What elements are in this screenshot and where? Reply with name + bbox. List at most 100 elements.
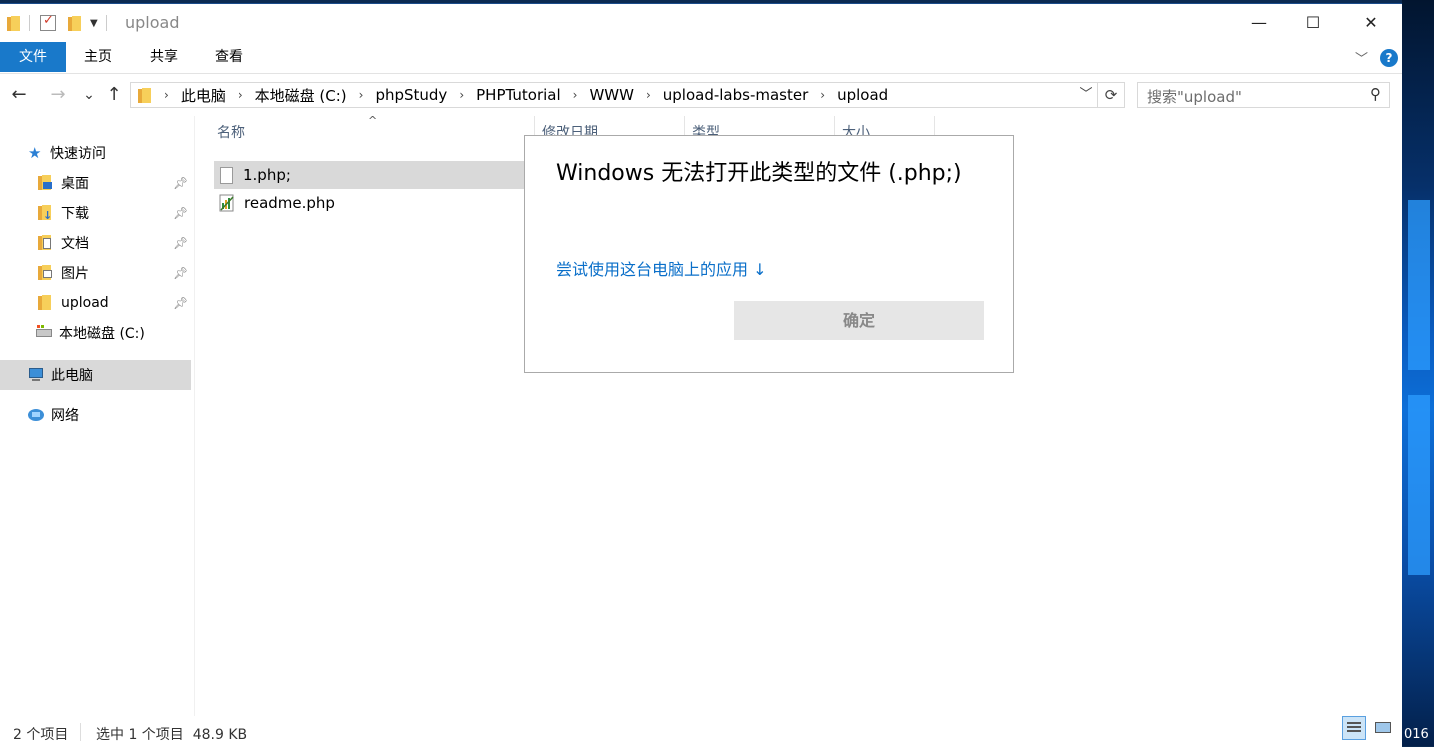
sidebar-item-documents[interactable]: 文档 📌︎ [0, 228, 191, 258]
file-row[interactable]: 1.php; [214, 161, 524, 189]
breadcrumb-item[interactable]: upload-labs-master [663, 86, 809, 104]
selection-info: 选中 1 个项目 48.9 KB [96, 727, 248, 743]
desktop-light-streak [1408, 395, 1430, 575]
blank-file-icon [220, 166, 233, 184]
up-button[interactable]: ↑ [103, 84, 125, 106]
pin-icon[interactable]: 📌︎ [173, 266, 188, 280]
sidebar-item-label: upload [61, 295, 109, 311]
address-bar[interactable]: › 此电脑 › 本地磁盘 (C:) › phpStudy › PHPTutori… [130, 82, 1125, 108]
tab-file[interactable]: 文件 [0, 42, 66, 72]
title-bar[interactable]: ✓ ▼ upload — ☐ ✕ [0, 4, 1402, 42]
cannot-open-file-dialog: Windows 无法打开此类型的文件 (.php;) 尝试使用这台电脑上的应用 … [524, 135, 1014, 373]
drive-icon [36, 325, 52, 341]
file-explorer-window: ✓ ▼ upload — ☐ ✕ 文件 主页 共享 查看 ﹀ ? ← → ⌄ ↑… [0, 3, 1402, 747]
refresh-button[interactable]: ⟳ [1097, 83, 1124, 107]
sidebar-item-desktop[interactable]: 桌面 📌︎ [0, 168, 191, 198]
sidebar-item-label: 下载 [61, 206, 89, 222]
address-dropdown-button[interactable]: ﹀ [1075, 83, 1097, 107]
sort-ascending-icon: ^ [368, 114, 378, 127]
folder-icon [7, 15, 21, 31]
sidebar-item-downloads[interactable]: ↓ 下载 📌︎ [0, 198, 191, 228]
minimize-button[interactable]: — [1236, 10, 1282, 36]
documents-folder-icon [38, 235, 54, 251]
back-button[interactable]: ← [8, 84, 30, 106]
pin-icon[interactable]: 📌︎ [173, 236, 188, 250]
divider [105, 15, 107, 31]
sidebar-item-label: 网络 [51, 408, 79, 424]
ribbon-expand-button[interactable]: ﹀ [1355, 48, 1368, 67]
breadcrumb-item[interactable]: phpStudy [375, 86, 447, 104]
sidebar-item-label: 桌面 [61, 176, 89, 192]
sidebar-item-upload[interactable]: upload 📌︎ [0, 288, 191, 318]
folder-icon [138, 87, 152, 103]
file-row[interactable]: readme.php [214, 189, 524, 217]
sidebar-item-label: 此电脑 [51, 368, 93, 384]
help-button[interactable]: ? [1380, 49, 1398, 67]
sidebar-item-local-disk[interactable]: 本地磁盘 (C:) [0, 318, 191, 348]
large-icons-view-icon [1375, 722, 1391, 733]
details-view-icon [1347, 722, 1361, 724]
download-folder-icon: ↓ [38, 205, 54, 222]
search-placeholder: 搜索"upload" [1147, 88, 1242, 106]
search-icon[interactable]: ⚲ [1370, 85, 1381, 103]
breadcrumb-item[interactable]: upload [837, 86, 888, 104]
chevron-right-icon[interactable]: › [359, 88, 364, 102]
breadcrumb-item[interactable]: WWW [589, 86, 634, 104]
sidebar-item-label: 图片 [61, 266, 89, 282]
chevron-down-icon[interactable]: ▼ [90, 18, 98, 29]
computer-icon [28, 367, 44, 383]
desktop-text: 016 I [1404, 727, 1434, 742]
pin-icon[interactable]: 📌︎ [173, 206, 188, 220]
dialog-title: Windows 无法打开此类型的文件 (.php;) [556, 161, 962, 186]
pictures-folder-icon [38, 265, 54, 281]
divider [80, 723, 81, 741]
forward-button[interactable]: → [47, 84, 69, 106]
details-view-button[interactable] [1342, 716, 1366, 740]
sidebar-item-label: 快速访问 [50, 146, 106, 162]
folder-icon [38, 295, 54, 311]
ribbon-tabs: 文件 主页 共享 查看 ﹀ ? [0, 42, 1402, 74]
maximize-button[interactable]: ☐ [1290, 10, 1336, 36]
search-input[interactable]: 搜索"upload" ⚲ [1137, 82, 1390, 108]
file-name: 1.php; [243, 166, 291, 184]
sidebar-item-quick-access[interactable]: ★ 快速访问 [0, 138, 191, 168]
breadcrumb-item[interactable]: 此电脑 [181, 85, 226, 106]
pin-icon[interactable]: 📌︎ [173, 176, 188, 190]
ok-button[interactable]: 确定 [734, 301, 984, 340]
chevron-right-icon[interactable]: › [573, 88, 578, 102]
tab-share[interactable]: 共享 [138, 42, 190, 72]
desktop-folder-icon [38, 175, 54, 191]
pin-icon[interactable]: 📌︎ [173, 296, 188, 310]
close-button[interactable]: ✕ [1348, 10, 1394, 36]
status-bar: 2 个项目 选中 1 个项目 48.9 KB [0, 718, 1402, 747]
star-icon: ★ [28, 144, 42, 162]
large-icons-view-button[interactable] [1372, 716, 1396, 740]
chevron-right-icon[interactable]: › [459, 88, 464, 102]
try-app-link[interactable]: 尝试使用这台电脑上的应用 ↓ [556, 256, 767, 280]
sidebar-item-label: 本地磁盘 (C:) [59, 326, 145, 342]
network-icon [28, 407, 44, 423]
sidebar-item-network[interactable]: 网络 [0, 400, 191, 430]
chevron-right-icon[interactable]: › [820, 88, 825, 102]
column-header-name[interactable]: 名称 [217, 122, 245, 142]
tab-view[interactable]: 查看 [203, 42, 255, 72]
item-count: 2 个项目 [13, 727, 69, 743]
breadcrumb-item[interactable]: 本地磁盘 (C:) [255, 85, 347, 106]
desktop-light-streak [1408, 200, 1430, 370]
divider [29, 15, 30, 31]
new-folder-icon[interactable] [68, 15, 82, 31]
navigation-pane: ★ 快速访问 桌面 📌︎ ↓ 下载 📌︎ 文档 📌︎ 图片 📌︎ upload … [0, 116, 195, 716]
recent-locations-button[interactable]: ⌄ [78, 84, 100, 106]
navigation-bar: ← → ⌄ ↑ › 此电脑 › 本地磁盘 (C:) › phpStudy › P… [0, 80, 1402, 112]
php-file-icon [218, 194, 236, 212]
sidebar-item-this-pc[interactable]: 此电脑 [0, 360, 191, 390]
chevron-right-icon[interactable]: › [164, 88, 169, 102]
properties-icon[interactable]: ✓ [40, 13, 56, 31]
chevron-right-icon[interactable]: › [646, 88, 651, 102]
sidebar-item-pictures[interactable]: 图片 📌︎ [0, 258, 191, 288]
desktop-background [1402, 0, 1434, 746]
breadcrumb-item[interactable]: PHPTutorial [476, 86, 561, 104]
tab-home[interactable]: 主页 [72, 42, 124, 72]
sidebar-item-label: 文档 [61, 236, 89, 252]
chevron-right-icon[interactable]: › [238, 88, 243, 102]
